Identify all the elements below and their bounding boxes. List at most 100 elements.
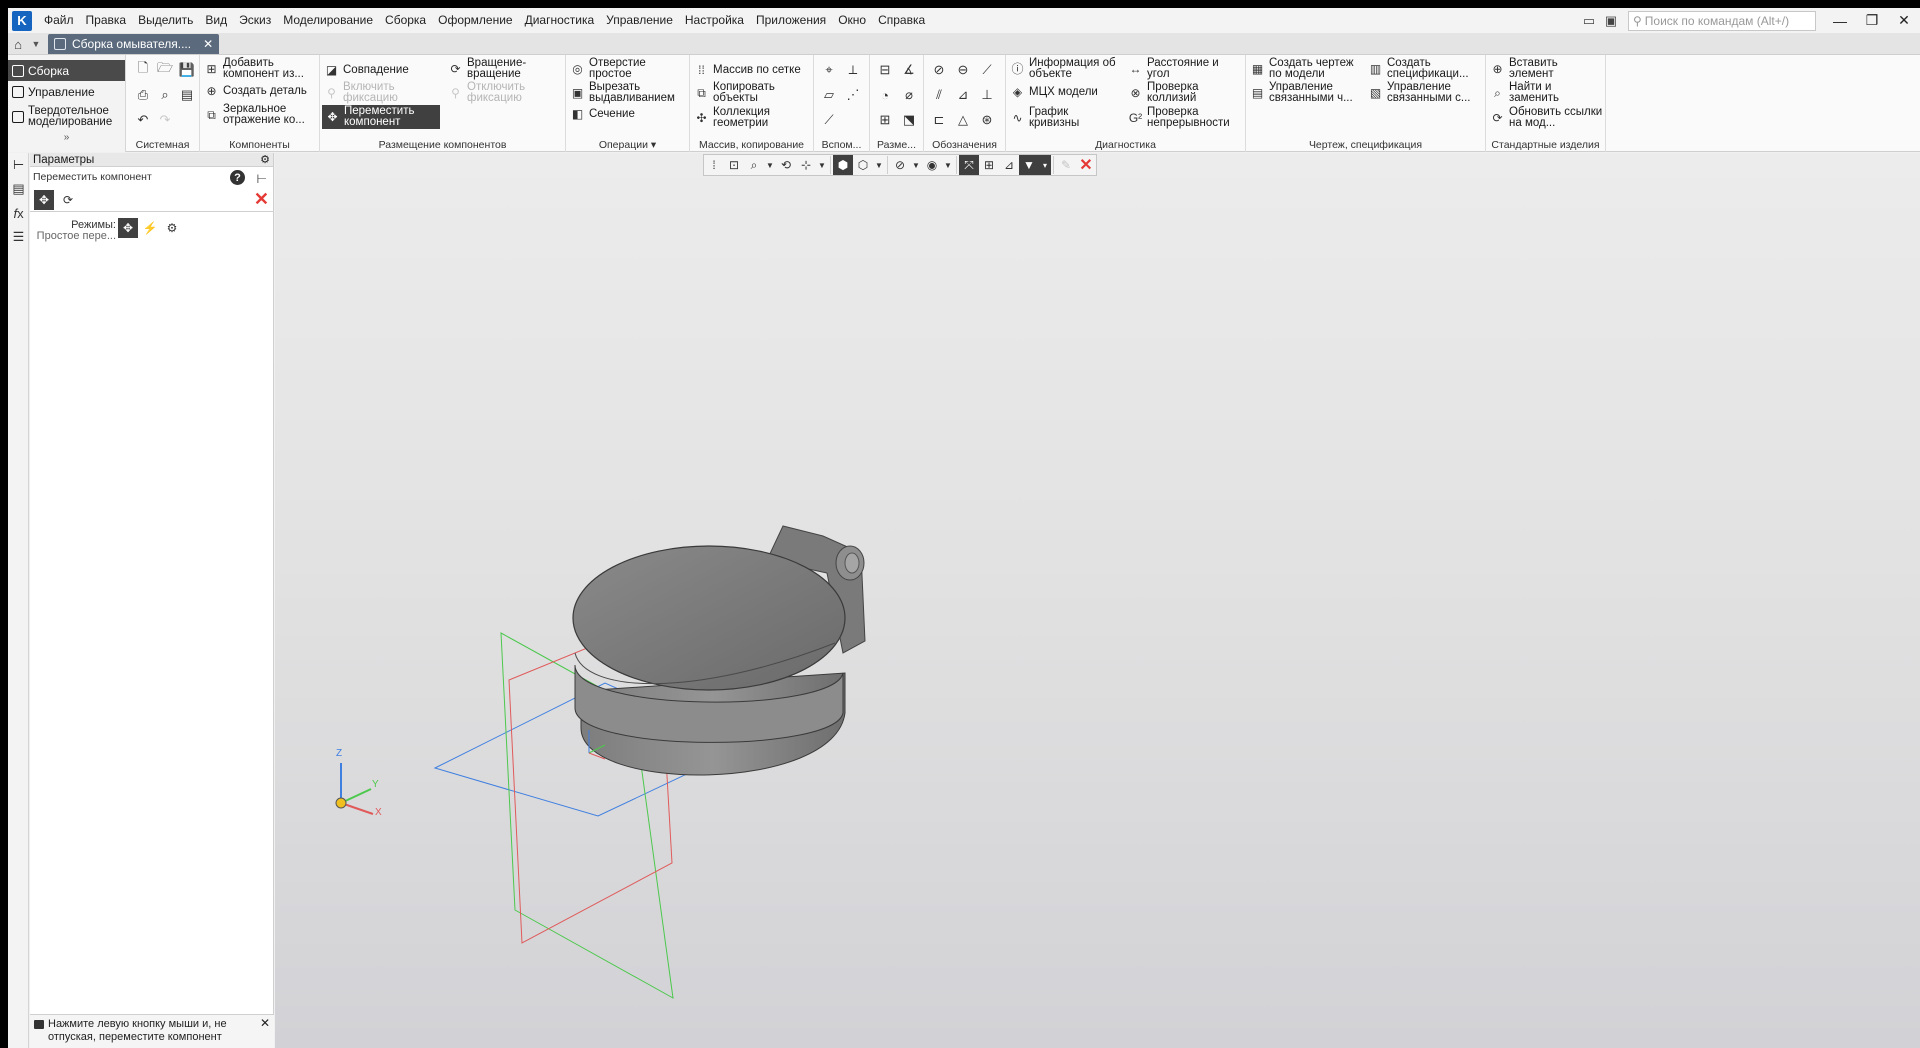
simple-hole-button[interactable]: ◎ Отверстие простое [570,57,669,80]
help-icon[interactable]: ? [230,170,245,185]
screenshot-icon[interactable]: ▣ [1600,11,1622,31]
mark-icon[interactable]: ⊥ [978,86,996,104]
aux-offset-plane-icon[interactable]: ▱ [820,86,838,104]
position-icon[interactable]: ⊿ [954,86,972,104]
rotate-mode-tab[interactable]: ⟳ [58,190,78,210]
create-specification-button[interactable]: ▥ Создать спецификаци... [1368,57,1481,80]
roughness-icon[interactable]: ⟋ [978,61,996,79]
coincidence-button[interactable]: ◪ Совпадение [324,63,409,78]
linear-dim-icon[interactable]: ⊟ [876,61,894,79]
find-replace-button[interactable]: ⌕ Найти и заменить [1490,81,1579,104]
redo-icon[interactable]: ↷ [156,111,174,129]
menu-view[interactable]: Вид [199,8,233,33]
close-window-button[interactable]: ✕ [1888,8,1920,33]
save-all-icon[interactable]: ▤ [178,86,196,104]
3d-viewport[interactable]: ⁞ ⊡ ⌕ ▼ ⟲ ⊹ ▼ ⬢ ⬡ ▼ ⊘ ▼ ◉ ▼ ⤧ ⊞ ⊿ ▼ ▾ ✎ … [275,153,1920,1048]
open-folder-icon[interactable]: 🗁 [156,60,174,79]
aux-point-icon[interactable]: ⋰ [844,86,862,104]
menu-file[interactable]: Файл [38,8,80,33]
tree-toggle-icon[interactable]: ⊢ [257,169,267,189]
tab-dropdown-icon[interactable]: ▼ [28,34,44,54]
collision-check-button[interactable]: ⊗ Проверка коллизий [1128,81,1227,104]
chamfer-dim-icon[interactable]: ⬔ [900,111,918,129]
move-with-collision-mode-button[interactable]: ⚡ [140,218,160,238]
new-file-icon[interactable]: 🗋 [134,60,152,79]
menu-sketch[interactable]: Эскиз [233,8,277,33]
variables-fx-icon[interactable]: fx [8,201,29,225]
home-icon[interactable]: ⌂ [8,34,28,54]
save-icon[interactable]: 💾 [178,61,196,79]
cut-extrude-button[interactable]: ▣ Вырезать выдавливанием [570,81,689,104]
create-drawing-button[interactable]: ▦ Создать чертеж по модели [1250,57,1363,80]
cut-line-icon[interactable]: △ [954,111,972,129]
ribbon-expand-icon[interactable]: » [8,132,125,143]
layers-icon[interactable]: ☰ [8,225,29,249]
layout-icon[interactable]: ▭ [1578,11,1600,31]
mirror-component-button[interactable]: ⧉ Зеркальное отражение ко... [204,103,313,126]
menu-edit[interactable]: Правка [80,8,133,33]
diameter-dim-icon[interactable]: ⌀ [900,86,918,104]
close-command-icon[interactable]: ✕ [254,189,269,210]
menu-select[interactable]: Выделить [132,8,199,33]
nav-management[interactable]: Управление [8,81,125,102]
angular-dim-icon[interactable]: ∡ [900,61,918,79]
nav-solid-modeling[interactable]: Твердотельное моделирование [8,102,125,132]
move-mode-tab[interactable]: ✥ [34,190,54,210]
menu-assembly[interactable]: Сборка [379,8,432,33]
text-icon[interactable]: ⊛ [978,111,996,129]
preview-icon[interactable]: ⌕ [156,86,174,104]
nav-assembly[interactable]: Сборка [8,60,125,81]
menu-settings[interactable]: Настройка [679,8,750,33]
kompas-logo-icon[interactable]: K [12,10,32,31]
tab-close-icon[interactable]: ✕ [203,37,213,51]
simple-move-mode-button[interactable]: ✥ [118,218,138,238]
menu-window[interactable]: Окно [832,8,872,33]
auto-dim-icon[interactable]: ⊞ [876,111,894,129]
properties-icon[interactable]: ▤ [8,177,29,201]
enable-fixation-button[interactable]: ⚲ Включить фиксацию [324,81,413,104]
disable-fixation-button[interactable]: ⚲ Отключить фиксацию [448,81,537,104]
move-with-constraints-mode-button[interactable]: ⚙ [162,218,182,238]
menu-design[interactable]: Оформление [432,8,518,33]
insert-element-button[interactable]: ⊕ Вставить элемент [1490,57,1579,80]
tolerance-icon[interactable]: ⫽ [930,86,948,104]
command-search-input[interactable]: ⚲ Поиск по командам (Alt+/) [1628,10,1816,31]
model-tree-icon[interactable]: ⊢ [8,153,29,177]
section-button[interactable]: ◧ Сечение [570,107,635,122]
add-component-button[interactable]: ⊞ Добавить компонент из... [204,57,313,80]
menu-modeling[interactable]: Моделирование [277,8,379,33]
create-part-button[interactable]: ⊕ Создать деталь [204,84,306,99]
rotation-rotation-button[interactable]: ⟳ Вращение-вращение [448,57,537,80]
leader-icon[interactable]: ⊘ [930,61,948,79]
tab-assembly-document[interactable]: Сборка омывателя.... ✕ [48,34,220,54]
restore-button[interactable]: ❐ [1856,8,1888,33]
move-component-button[interactable]: ✥ Переместить компонент [322,105,440,129]
undo-icon[interactable]: ↶ [134,111,152,129]
print-icon[interactable]: ⎙ [134,86,152,104]
aux-plane-icon[interactable]: ⌖ [820,61,838,79]
menu-help[interactable]: Справка [872,8,931,33]
aux-line-icon[interactable]: ⟋ [820,111,838,129]
curvature-graph-button[interactable]: ∿ График кривизны [1010,106,1099,129]
minimize-button[interactable]: — [1824,8,1856,33]
geometry-collection-button[interactable]: ✣ Коллекция геометрии [694,106,793,129]
continuity-check-button[interactable]: G² Проверка непрерывности [1128,106,1243,129]
radial-dim-icon[interactable]: ◔ [876,86,894,104]
aux-axis-icon[interactable]: ⟂ [844,61,862,79]
menu-diagnostics[interactable]: Диагностика [519,8,601,33]
gear-icon[interactable]: ⚙ [260,153,270,167]
dropdown-icon[interactable]: ▾ [651,139,656,151]
copy-objects-button[interactable]: ⧉ Копировать объекты [694,81,793,104]
update-links-button[interactable]: ⟳ Обновить ссылки на мод... [1490,106,1605,129]
distance-angle-button[interactable]: ↔ Расстояние и угол [1128,57,1227,80]
object-info-button[interactable]: ⓘ Информация об объекте [1010,57,1123,80]
base-icon[interactable]: ⊖ [954,61,972,79]
hint-close-icon[interactable]: ✕ [260,1017,270,1030]
menu-management[interactable]: Управление [600,8,679,33]
manage-linked-drawings-button[interactable]: ▤ Управление связанными ч... [1250,81,1363,104]
grid-array-button[interactable]: ⁞⁞ Массив по сетке [694,63,801,78]
weld-icon[interactable]: ⊏ [930,111,948,129]
manage-linked-spec-button[interactable]: ▧ Управление связанными с... [1368,81,1481,104]
mcs-button[interactable]: ◈ МЦХ модели [1010,85,1098,100]
menu-applications[interactable]: Приложения [750,8,832,33]
